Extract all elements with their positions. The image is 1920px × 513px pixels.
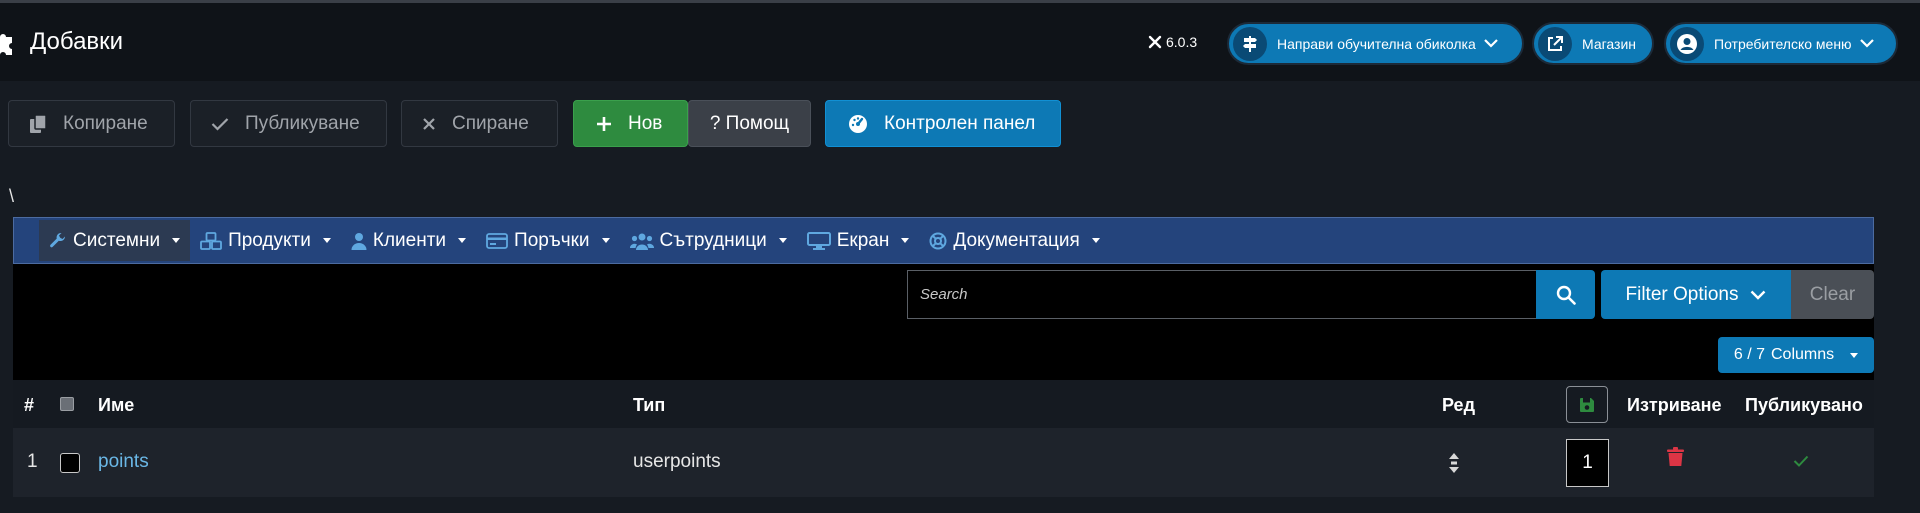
search-input[interactable] — [907, 270, 1551, 319]
page-title: Добавки — [30, 28, 124, 55]
row-checkbox[interactable] — [60, 453, 80, 473]
gauge-icon — [848, 114, 868, 134]
menu-orders[interactable]: Поръчки — [476, 220, 620, 261]
search-button[interactable] — [1536, 270, 1595, 319]
chevron-down-icon — [1483, 39, 1498, 48]
caret-down-icon — [458, 238, 467, 243]
col-type[interactable]: Тип — [633, 395, 665, 416]
check-icon — [1793, 455, 1809, 467]
close-icon — [422, 117, 436, 131]
dashboard-button[interactable]: Контролен панел — [825, 100, 1061, 147]
save-icon — [1579, 397, 1595, 413]
component-panel: Системни Продукти Клиенти Поръчки Сътруд… — [13, 217, 1874, 497]
dashboard-label: Контролен панел — [884, 112, 1036, 134]
drag-handle[interactable] — [1448, 452, 1460, 474]
user-menu-label: Потребителско меню — [1714, 35, 1852, 52]
menu-system[interactable]: Системни — [39, 220, 191, 261]
menu-display-label: Екран — [836, 229, 890, 251]
copy-button[interactable]: Копиране — [8, 100, 175, 147]
plus-icon — [596, 116, 612, 132]
guided-tour-label: Направи обучителна обиколка — [1277, 35, 1476, 52]
col-name[interactable]: Име — [98, 395, 134, 416]
table-row: 1 points userpoints — [13, 428, 1874, 497]
publish-label: Публикуване — [245, 112, 360, 134]
table-header: # Име Тип Ред Изтриване Публикувано — [13, 380, 1874, 428]
caret-down-icon — [172, 238, 181, 243]
joomla-icon — [1148, 35, 1162, 49]
external-link-icon — [1538, 26, 1572, 61]
filter-options-label: Filter Options — [1625, 283, 1739, 305]
unpublish-label: Спиране — [452, 112, 529, 134]
columns-dropdown-button[interactable]: 6 / 7 Columns — [1718, 337, 1874, 373]
chevron-down-icon — [1750, 290, 1766, 300]
published-toggle[interactable] — [1793, 455, 1809, 467]
version-number: 6.0.3 — [1166, 34, 1198, 50]
row-name-link[interactable]: points — [98, 451, 149, 473]
menu-customers-label: Клиенти — [372, 229, 447, 251]
search-icon — [1556, 285, 1576, 305]
caret-down-icon — [1091, 238, 1100, 243]
copy-icon — [29, 113, 47, 134]
user-menu-button[interactable]: Потребителско меню — [1664, 22, 1898, 65]
new-label: Нов — [628, 112, 663, 134]
menu-affiliates-label: Сътрудници — [659, 229, 767, 251]
trash-icon — [1667, 447, 1684, 467]
row-num: 1 — [27, 451, 38, 472]
stray-backslash-text: \ — [9, 186, 15, 206]
page-heading: Добавки — [0, 28, 123, 56]
caret-down-icon — [901, 238, 910, 243]
caret-down-icon — [1850, 352, 1859, 358]
col-order[interactable]: Ред — [1442, 395, 1475, 416]
chevron-down-icon — [1859, 39, 1874, 48]
caret-down-icon — [778, 238, 787, 243]
credit-card-icon — [486, 232, 508, 249]
store-button[interactable]: Магазин — [1532, 22, 1654, 65]
col-delete: Изтриване — [1627, 395, 1722, 415]
clear-button[interactable]: Clear — [1791, 270, 1874, 319]
version-info: 6.0.3 — [1148, 34, 1197, 50]
unpublish-button[interactable]: Спиране — [401, 100, 558, 147]
desktop-icon — [806, 231, 831, 250]
user-icon — [351, 232, 367, 250]
life-ring-icon — [929, 232, 947, 250]
publish-button[interactable]: Публикуване — [190, 100, 387, 147]
component-menubar: Системни Продукти Клиенти Поръчки Сътруд… — [13, 217, 1874, 264]
order-input[interactable] — [1566, 439, 1609, 487]
menu-products[interactable]: Продукти — [190, 220, 341, 261]
menu-customers[interactable]: Клиенти — [341, 220, 476, 261]
col-num: # — [24, 395, 35, 415]
menu-products-label: Продукти — [228, 229, 311, 251]
row-type: userpoints — [633, 451, 721, 472]
menu-documentation-label: Документация — [953, 229, 1080, 251]
columns-count: 6 / 7 — [1733, 346, 1765, 363]
wrench-icon — [49, 232, 67, 250]
cubes-icon — [200, 231, 222, 250]
app-header: Добавки 6.0.3 Направи обучителна обиколк… — [0, 3, 1920, 81]
help-label: ? Помощ — [709, 112, 790, 134]
menu-documentation[interactable]: Документация — [919, 220, 1109, 261]
signpost-icon — [1233, 26, 1267, 61]
menu-display[interactable]: Екран — [797, 220, 920, 261]
delete-button[interactable] — [1667, 447, 1684, 467]
columns-label: Columns — [1771, 346, 1835, 363]
help-button[interactable]: ? Помощ — [688, 100, 811, 147]
menu-affiliates[interactable]: Сътрудници — [620, 220, 797, 261]
filter-options-button[interactable]: Filter Options — [1601, 270, 1791, 319]
users-icon — [629, 232, 654, 250]
col-published[interactable]: Публикувано — [1745, 395, 1863, 416]
store-label: Магазин — [1582, 35, 1637, 52]
menu-system-label: Системни — [73, 229, 161, 251]
caret-down-icon — [601, 238, 610, 243]
guided-tour-button[interactable]: Направи обучителна обиколка — [1227, 22, 1524, 65]
new-button[interactable]: Нов — [573, 100, 688, 147]
copy-label: Копиране — [63, 112, 148, 134]
caret-down-icon — [322, 238, 331, 243]
check-icon — [211, 117, 229, 131]
puzzle-icon — [0, 29, 16, 55]
user-icon — [1670, 26, 1704, 61]
select-all-checkbox[interactable] — [60, 397, 74, 411]
save-order-button[interactable] — [1566, 386, 1608, 423]
menu-orders-label: Поръчки — [514, 229, 590, 251]
